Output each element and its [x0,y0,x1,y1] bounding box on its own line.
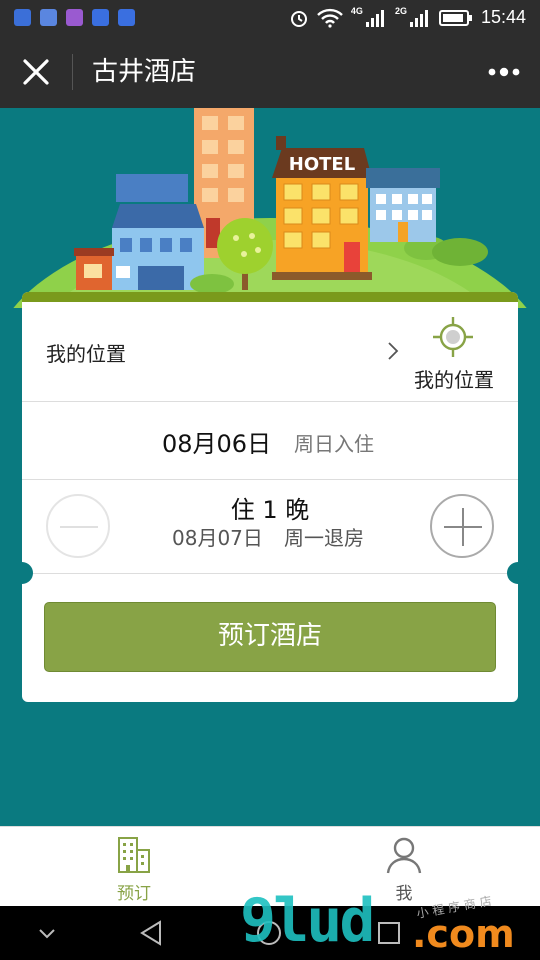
tab-book[interactable]: 预订 [74,835,194,904]
page-title: 古井酒店 [92,57,197,87]
booking-card: 我的位置 我的位置 08月06日 周日入住 住 1 晚 08月07日 周一退房 … [11,292,529,702]
location-row[interactable]: 我的位置 我的位置 [22,302,518,402]
system-nav-bar [0,906,540,960]
signal-icon [409,9,428,27]
chevron-right-icon [388,342,399,360]
tab-me-label: 我 [395,884,413,904]
hero-illustration: HOTEL [0,108,540,308]
checkin-date: 08月06日 [162,430,272,458]
tab-me[interactable]: 我 [344,835,464,904]
more-button[interactable] [486,60,522,84]
town-illustration: HOTEL [13,108,527,308]
notification-icons [14,9,135,26]
close-button[interactable] [18,54,54,90]
gallery-icon [66,9,83,26]
chevron-down-icon[interactable] [32,918,62,948]
shield-icon [14,9,31,26]
minus-icon [60,526,98,528]
tab-book-label: 预订 [117,884,151,904]
app-icon [40,9,57,26]
recent-apps-icon[interactable] [374,918,404,948]
nights-row: 住 1 晚 08月07日 周一退房 [22,480,518,574]
home-circle-icon[interactable] [254,918,284,948]
title-divider [72,54,73,90]
status-time: 15:44 [480,7,526,27]
checkin-label: 周日入住 [294,432,374,456]
ticket-notch-left [11,562,33,584]
card-ground-strip [22,292,518,302]
location-label: 我的位置 [46,342,126,366]
more-dots-icon [488,67,520,77]
close-icon [23,59,49,85]
status-bar: 4G 2G 15:44 [0,0,540,36]
book-hotel-button[interactable]: 预订酒店 [44,602,496,672]
battery-icon [438,9,472,26]
plus-icon-vertical [462,508,464,546]
locate-me-button[interactable]: 我的位置 [402,316,506,396]
locate-me-label: 我的位置 [414,368,494,392]
alarm-icon [290,10,307,27]
building-icon [118,837,150,873]
increase-nights-button[interactable] [430,494,494,558]
baidu-paw-icon [118,9,135,26]
network-2g-label: 2G [394,6,407,16]
tab-bar: 预订 我 [0,826,540,906]
title-bar: 古井酒店 [0,36,540,108]
back-triangle-icon[interactable] [136,918,166,948]
checkin-row[interactable]: 08月06日 周日入住 [22,402,518,480]
baidu-paw-icon [92,9,109,26]
wifi-icon [317,8,343,28]
ticket-notch-right [507,562,529,584]
network-4g-label: 4G [350,6,363,16]
checkout-date: 08月07日 [172,526,263,550]
location-target-icon [433,317,473,357]
hotel-sign: HOTEL [289,154,355,175]
checkout-label: 周一退房 [284,526,364,550]
person-icon [386,837,422,874]
signal-icon [365,9,384,27]
system-status: 4G 2G 15:44 [289,7,526,28]
